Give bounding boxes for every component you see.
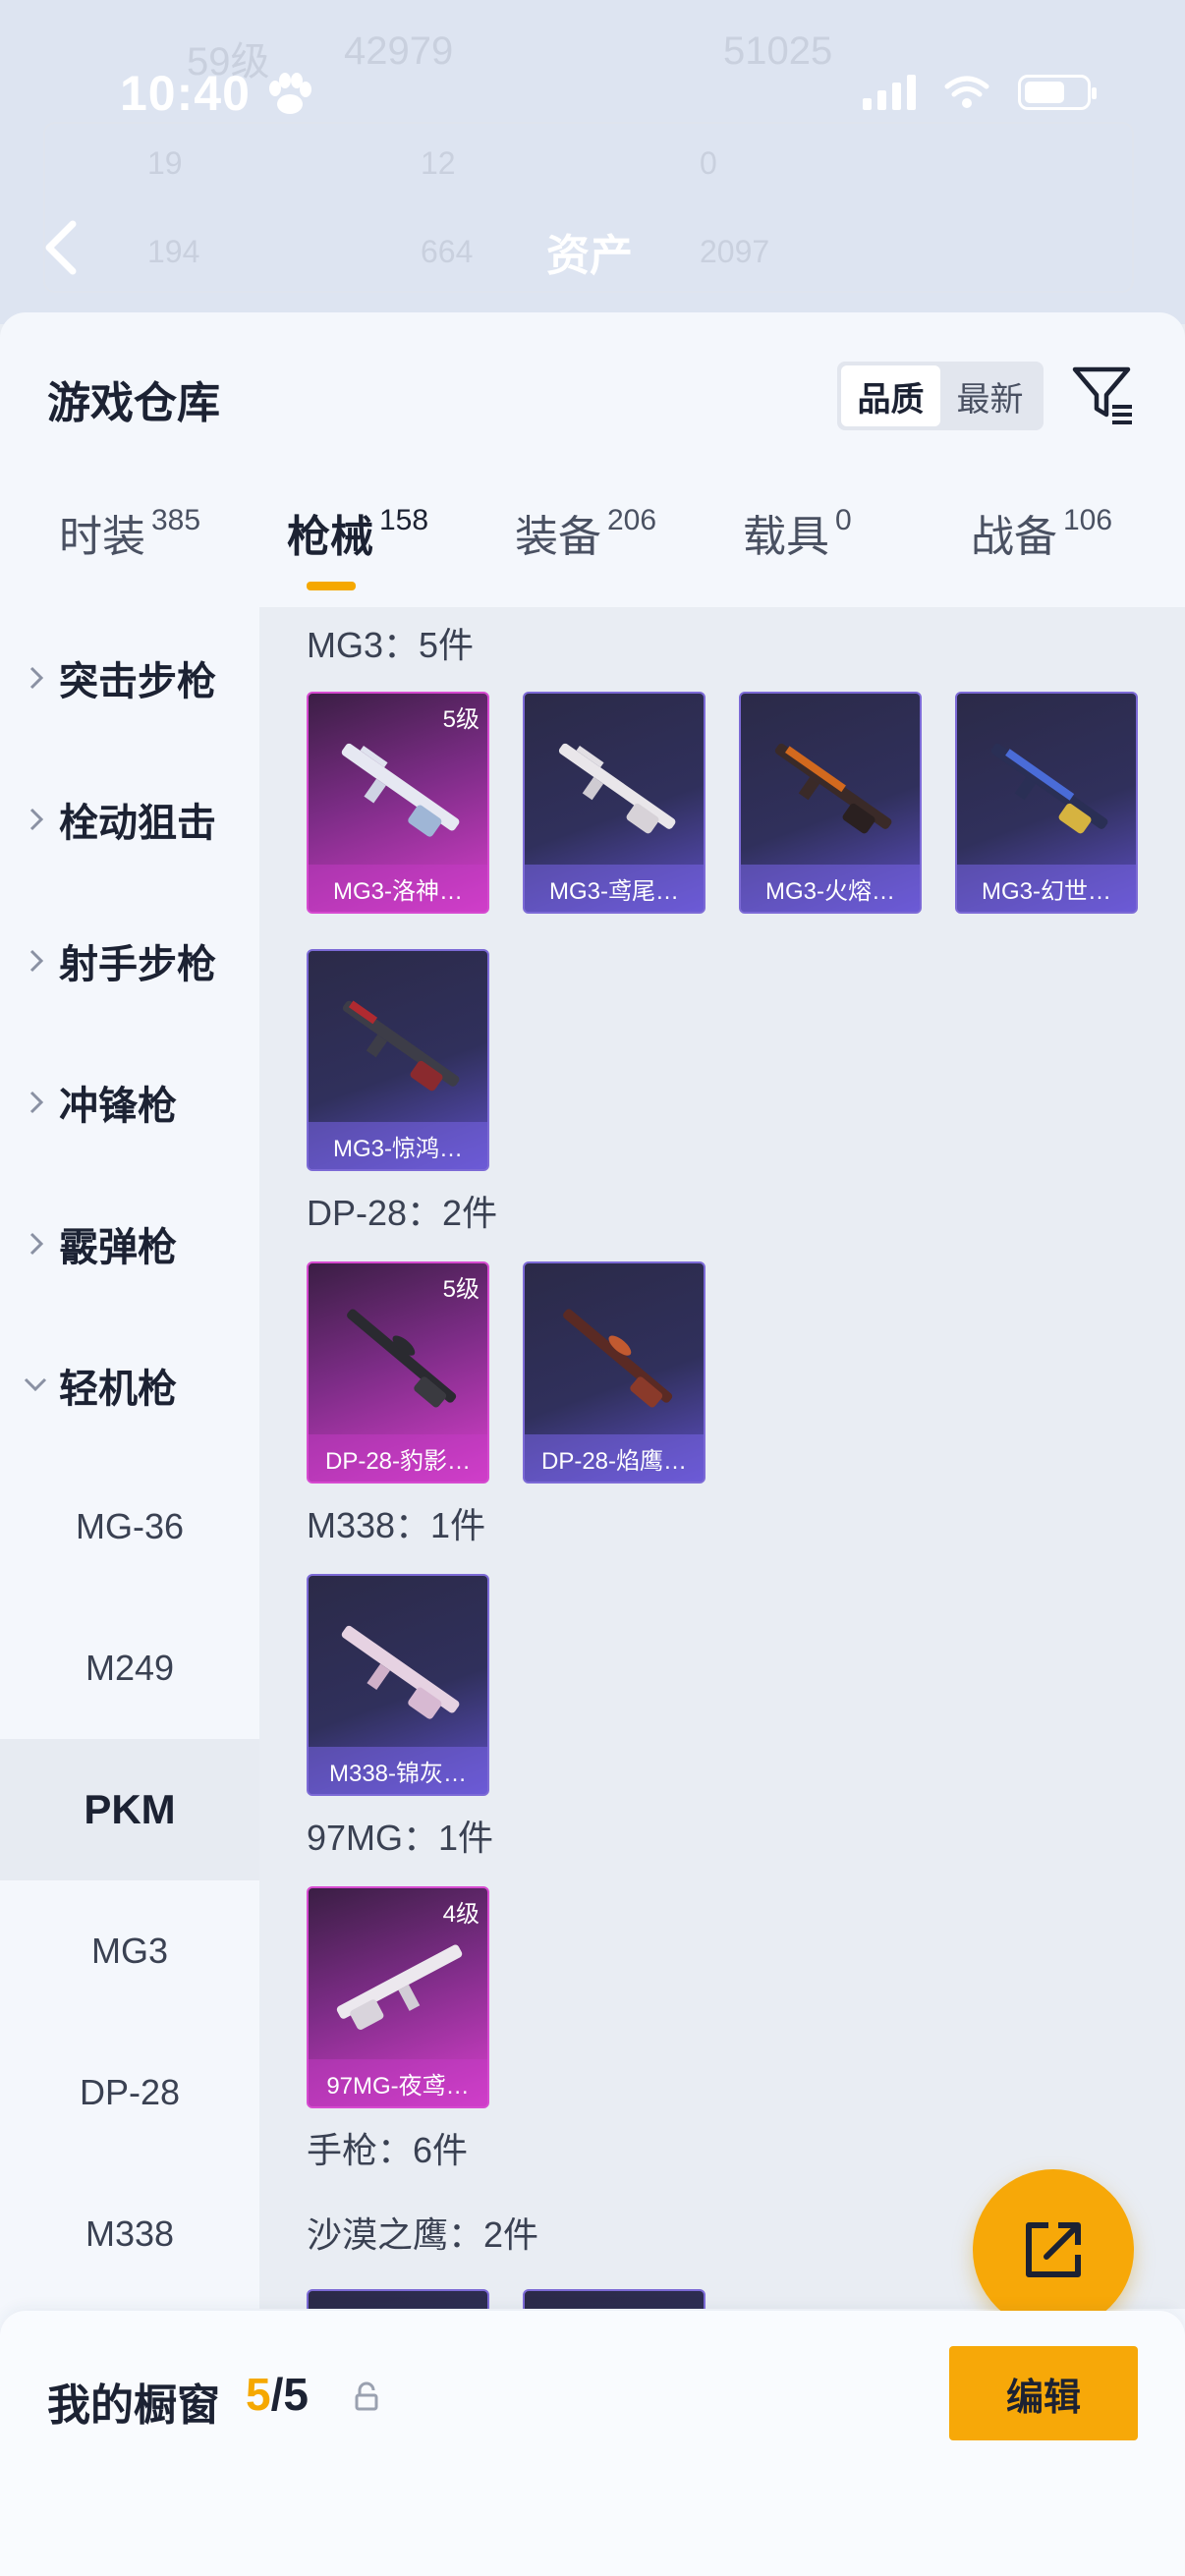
group-title-mg3: MG3：5件 [307, 625, 475, 665]
faded-stat: 51025 [723, 29, 833, 73]
chevron-right-icon [29, 808, 44, 831]
subcategory-mg3[interactable]: MG3 [0, 1880, 259, 2022]
assets-title: 资产 [546, 232, 633, 280]
category-lmg[interactable]: 轻机枪 [0, 1315, 259, 1456]
subcategory-mg36[interactable]: MG-36 [0, 1456, 259, 1597]
weapon-image [341, 1625, 460, 1719]
subcategory-m338[interactable]: M338 [0, 2163, 259, 2305]
skin-card[interactable]: MG3-惊鸿… [307, 949, 489, 1171]
category-shotgun[interactable]: 霰弹枪 [0, 1173, 259, 1315]
weapon-image [342, 1000, 460, 1092]
background-header: 59级 42979 51025 19 12 0 194 664 2097 资产 [0, 0, 1185, 324]
tab-firearms[interactable]: 枪械 158 [287, 501, 428, 564]
category-tabs: 时装 385 枪械 158 装备 206 载具 0 战备 106 [0, 501, 1185, 599]
group-title-dp28: DP-28：2件 [307, 1193, 498, 1233]
status-indicators [863, 75, 1097, 110]
filter-icon[interactable] [1071, 364, 1136, 428]
share-button[interactable] [973, 2169, 1134, 2330]
paw-icon [269, 73, 311, 114]
faded-stat: 2097 [700, 234, 770, 269]
weapon-image [558, 743, 676, 834]
share-icon [1026, 2222, 1081, 2277]
weapon-image [563, 1309, 673, 1408]
weapon-skin-list: MG3：5件 5级 MG3-洛神… MG3-鸢尾… MG3-火熔… MG3-幻世… [259, 607, 1185, 2309]
battery-icon [1018, 75, 1097, 110]
faded-stat: 194 [147, 234, 200, 269]
faded-stat: 0 [700, 145, 717, 181]
showcase-count: 5/5 [246, 2369, 309, 2420]
chevron-right-icon [29, 666, 44, 690]
group-title-97mg: 97MG：1件 [307, 1818, 494, 1858]
weapon-image [341, 743, 460, 837]
sort-quality-button[interactable]: 品质 [841, 365, 940, 426]
signal-icon [863, 75, 916, 110]
skin-card-partial[interactable] [523, 2289, 705, 2309]
group-title-pistols: 手枪：6件 [307, 2130, 469, 2170]
faded-stat: 664 [421, 234, 474, 269]
weapon-image [990, 743, 1108, 834]
showcase-bar: 我的橱窗 5/5 编辑 [0, 2311, 1185, 2576]
skin-card[interactable]: 5级 MG3-洛神… [307, 692, 489, 914]
skin-card[interactable]: DP-28-焰鹰… [523, 1261, 705, 1484]
weapon-image [347, 1309, 457, 1408]
warehouse-sheet: 游戏仓库 品质 最新 时装 385 枪械 158 装备 206 载具 0 战备 106 突… [0, 312, 1185, 2576]
tab-fashion[interactable]: 时装 385 [59, 501, 200, 564]
chevron-right-icon [29, 1232, 44, 1256]
warehouse-title: 游戏仓库 [47, 379, 220, 427]
category-marksman-rifle[interactable]: 射手步枪 [0, 890, 259, 1032]
showcase-title: 我的橱窗 [47, 2381, 220, 2430]
wifi-icon [944, 76, 989, 108]
skin-card[interactable]: 4级 97MG-夜鸢… [307, 1886, 489, 2108]
back-arrow-icon[interactable] [41, 218, 81, 277]
skin-card[interactable]: MG3-鸢尾… [523, 692, 705, 914]
weapon-image [336, 1944, 463, 2030]
weapon-image [774, 743, 892, 834]
active-tab-underline [307, 582, 356, 590]
tab-equipment[interactable]: 装备 206 [515, 501, 656, 564]
category-assault-rifle[interactable]: 突击步枪 [0, 607, 259, 749]
chevron-right-icon [29, 1091, 44, 1114]
status-time: 10:40 [120, 66, 251, 121]
faded-stat: 42979 [344, 29, 454, 73]
subcategory-m249[interactable]: M249 [0, 1597, 259, 1739]
skin-card[interactable]: MG3-火熔… [739, 692, 922, 914]
skin-card-partial[interactable] [307, 2289, 489, 2309]
skin-card[interactable]: M338-锦灰… [307, 1574, 489, 1796]
skin-card[interactable]: MG3-幻世… [955, 692, 1138, 914]
subcategory-pkm[interactable]: PKM [0, 1739, 259, 1880]
tab-vehicles[interactable]: 载具 0 [743, 501, 852, 564]
category-smg[interactable]: 冲锋枪 [0, 1032, 259, 1173]
tab-supplies[interactable]: 战备 106 [971, 501, 1112, 564]
sort-newest-button[interactable]: 最新 [940, 365, 1040, 426]
weapon-category-list: 突击步枪 栓动狙击 射手步枪 冲锋枪 霰弹枪 轻机枪 MG-36 M249 PK… [0, 607, 259, 2576]
skin-card[interactable]: 5级 DP-28-豹影… [307, 1261, 489, 1484]
category-bolt-sniper[interactable]: 栓动狙击 [0, 749, 259, 890]
group-title-m338: M338：1件 [307, 1505, 486, 1545]
faded-stat: 12 [421, 145, 456, 181]
lock-icon [355, 2381, 378, 2411]
subcategory-dp28[interactable]: DP-28 [0, 2022, 259, 2163]
chevron-down-icon [24, 1377, 47, 1392]
group-title-desert-eagle: 沙漠之鹰：2件 [307, 2214, 539, 2255]
edit-button[interactable]: 编辑 [949, 2346, 1138, 2440]
chevron-right-icon [29, 949, 44, 973]
sort-toggle: 品质 最新 [837, 362, 1044, 430]
faded-stat: 19 [147, 145, 183, 181]
